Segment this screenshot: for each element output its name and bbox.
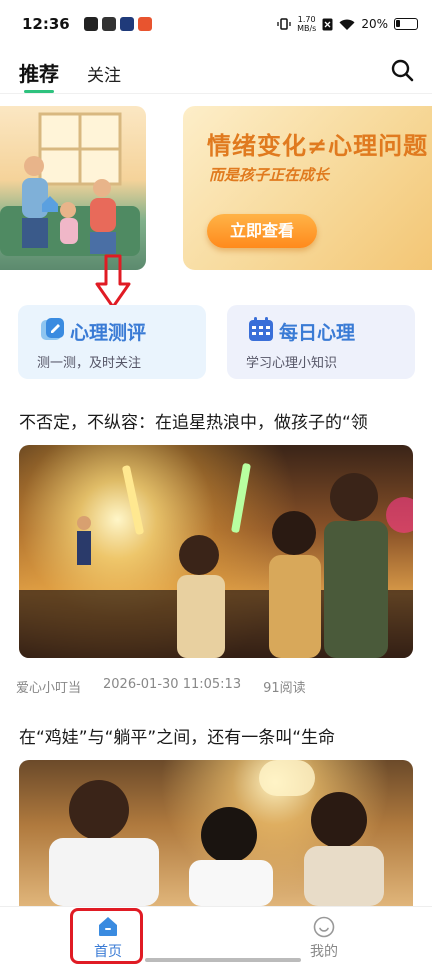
bottom-nav: 首页 我的 <box>0 906 432 964</box>
tab-follow[interactable]: 关注 <box>87 61 121 86</box>
top-tabs: 推荐 关注 <box>0 48 432 94</box>
daily-psych-card[interactable]: 每日心理 学习心理小知识 <box>227 305 415 379</box>
article-meta: 爱心小叮当 2026-01-30 11:05:13 91阅读 <box>16 677 306 696</box>
battery-icon <box>394 18 418 30</box>
app-notify-icon <box>120 17 134 31</box>
status-bar: 12:36 1.70 MB/s 20% <box>0 0 432 48</box>
app-notify-icon <box>84 17 98 31</box>
banner-family-image[interactable] <box>0 106 146 270</box>
wifi-icon <box>339 19 355 30</box>
app-notify-icon <box>102 17 116 31</box>
home-indicator[interactable] <box>145 958 301 962</box>
nav-me-label: 我的 <box>310 944 338 960</box>
nav-me[interactable]: 我的 <box>300 911 350 963</box>
home-highlight-box <box>70 908 143 964</box>
banner-carousel[interactable]: 情绪变化≠心理问题 而是孩子正在成长 立即查看 <box>0 104 432 270</box>
article-date: 2026-01-30 11:05:13 <box>103 677 242 692</box>
psych-test-card[interactable]: 心理测评 测一测，及时关注 <box>18 305 206 379</box>
sim-icon <box>322 18 333 30</box>
smiley-icon <box>313 916 335 938</box>
app-notify-icon <box>138 17 152 31</box>
vibrate-icon <box>277 18 291 30</box>
banner-title: 情绪变化≠心理问题 <box>207 132 429 160</box>
article-concert-image[interactable] <box>19 445 413 658</box>
article-author: 爱心小叮当 <box>16 681 82 696</box>
banner-subtitle: 而是孩子正在成长 <box>209 166 330 184</box>
article-title[interactable]: 在“鸡娃”与“躺平”之间，还有一条叫“生命 <box>19 723 419 748</box>
daily-psych-title: 每日心理 <box>279 322 356 344</box>
status-right: 1.70 MB/s 20% <box>277 15 418 33</box>
article-family-image[interactable] <box>19 760 413 906</box>
view-now-button[interactable]: 立即查看 <box>207 214 317 248</box>
battery-percent: 20% <box>361 17 388 31</box>
article-reads: 91阅读 <box>263 681 306 696</box>
down-arrow-annotation-icon <box>95 254 131 309</box>
daily-psych-subtitle: 学习心理小知识 <box>246 356 338 371</box>
tab-active-indicator <box>24 90 54 93</box>
family-discussion-illustration <box>49 760 384 906</box>
network-speed: 1.70 MB/s <box>297 15 316 33</box>
article-title[interactable]: 不否定，不纵容：在追星热浪中，做孩子的“领 <box>19 408 419 433</box>
tab-recommend[interactable]: 推荐 <box>19 58 59 87</box>
psych-test-title: 心理测评 <box>70 322 147 344</box>
concert-illustration <box>19 463 413 658</box>
banner-emotion-card[interactable]: 情绪变化≠心理问题 而是孩子正在成长 立即查看 <box>183 106 432 270</box>
status-app-icons <box>84 17 152 31</box>
family-illustration <box>0 112 140 256</box>
speed-value: 1.70 <box>297 15 316 24</box>
edit-note-icon <box>41 318 64 340</box>
psych-test-subtitle: 测一测，及时关注 <box>37 356 142 371</box>
status-time: 12:36 <box>22 15 70 33</box>
calendar-icon <box>249 317 273 341</box>
speed-unit: MB/s <box>297 24 317 33</box>
search-icon[interactable] <box>390 58 414 82</box>
